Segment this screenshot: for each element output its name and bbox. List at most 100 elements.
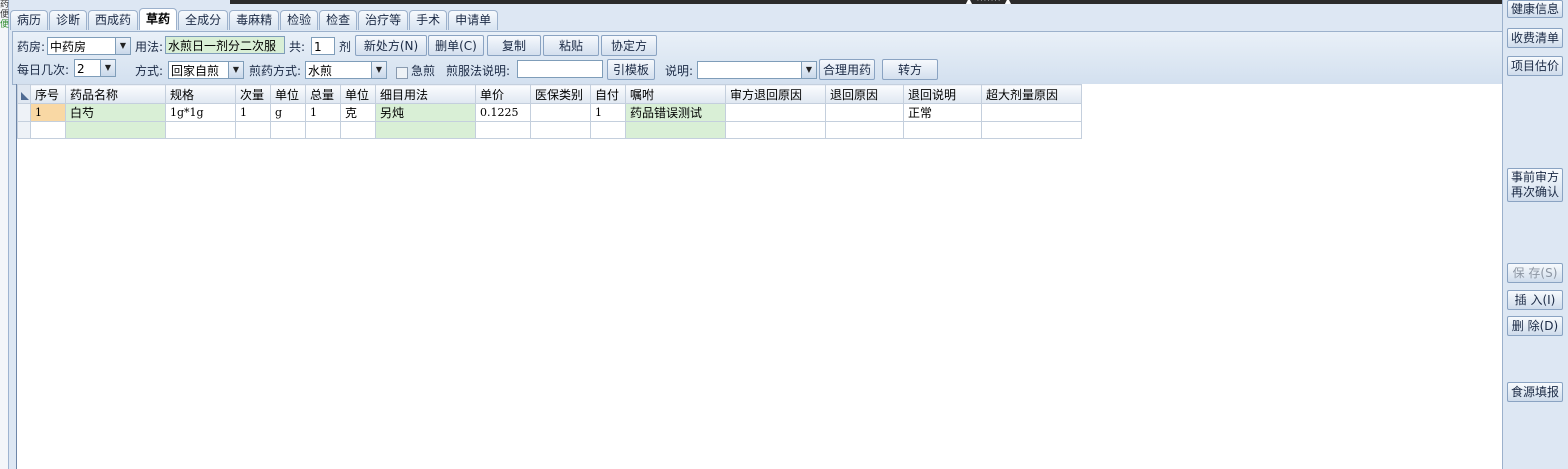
tab-request-form[interactable]: 申请单: [448, 10, 499, 30]
table-cell[interactable]: [625, 121, 726, 139]
tab-herbal-medicine[interactable]: 草药: [139, 8, 178, 30]
tab-treatment[interactable]: 治疗等: [358, 10, 409, 30]
chevron-down-icon[interactable]: ▼: [228, 62, 243, 78]
health-info-button[interactable]: 健康信息: [1507, 0, 1563, 18]
copy-button[interactable]: 复制: [487, 35, 541, 56]
food-source-report-button[interactable]: 食源填报: [1507, 382, 1563, 402]
pre-review-line1: 事前审方: [1510, 170, 1559, 184]
fee-list-button[interactable]: 收费清单: [1507, 28, 1563, 48]
column-header[interactable]: 单位: [340, 84, 376, 104]
table-cell[interactable]: [270, 121, 306, 139]
table-cell[interactable]: 药品错误测试: [625, 103, 726, 122]
insert-button[interactable]: 插 入(I): [1507, 290, 1563, 310]
table-cell[interactable]: 0.1225: [475, 103, 531, 122]
column-header[interactable]: 总量: [305, 84, 341, 104]
tab-lab-test[interactable]: 检验: [280, 10, 319, 30]
method-select[interactable]: 回家自煎 ▼: [168, 61, 244, 79]
tab-surgery[interactable]: 手术: [409, 10, 448, 30]
new-prescription-button[interactable]: 新处方(N): [355, 35, 427, 56]
decoct-method-select[interactable]: 水煎 ▼: [305, 61, 387, 79]
column-header[interactable]: 次量: [235, 84, 271, 104]
table-cell[interactable]: [65, 121, 166, 139]
chevron-down-icon[interactable]: ▼: [371, 62, 386, 78]
urgent-checkbox[interactable]: [396, 67, 408, 79]
table-cell[interactable]: g: [270, 103, 306, 122]
prescription-table: 序号 药品名称 规格 次量 单位 总量 单位 细目用法 单价 医保类别 自付 嘱…: [17, 84, 1082, 139]
table-row[interactable]: 1 白芍 1g*1g 1 g 1 克 另炖 0.1225 1 药品错误测试 正常: [17, 103, 1082, 122]
table-cell[interactable]: [981, 121, 1082, 139]
delete-prescription-button[interactable]: 删单(C): [428, 35, 484, 56]
column-header[interactable]: 嘱咐: [625, 84, 726, 104]
column-header[interactable]: 单价: [475, 84, 531, 104]
table-cell[interactable]: [375, 121, 476, 139]
table-cell[interactable]: 1: [30, 103, 66, 122]
table-cell[interactable]: 1: [305, 103, 341, 122]
table-cell[interactable]: [903, 121, 982, 139]
transfer-prescription-button[interactable]: 转方: [882, 59, 938, 80]
column-header[interactable]: 退回说明: [903, 84, 982, 104]
column-header[interactable]: 规格: [165, 84, 236, 104]
pre-review-confirm-button[interactable]: 事前审方 再次确认: [1507, 168, 1563, 202]
top-splitter[interactable]: ▲ ······· ▲: [230, 0, 1502, 5]
table-cell[interactable]: [305, 121, 341, 139]
table-cell[interactable]: 1g*1g: [165, 103, 236, 122]
table-cell[interactable]: [530, 121, 591, 139]
column-header[interactable]: 细目用法: [375, 84, 476, 104]
table-cell[interactable]: [165, 121, 236, 139]
table-cell[interactable]: [725, 103, 826, 122]
table-cell[interactable]: [825, 103, 904, 122]
table-cell[interactable]: [725, 121, 826, 139]
note-select[interactable]: ▼: [697, 61, 817, 79]
column-header[interactable]: 审方退回原因: [725, 84, 826, 104]
delete-button[interactable]: 删 除(D): [1507, 316, 1563, 336]
row-header[interactable]: [17, 103, 31, 122]
table-cell[interactable]: [475, 121, 531, 139]
table-cell[interactable]: 另炖: [375, 103, 476, 122]
column-header[interactable]: 超大剂量原因: [981, 84, 1082, 104]
table-cell[interactable]: 1: [590, 103, 626, 122]
import-template-button[interactable]: 引模板: [607, 59, 655, 80]
column-header[interactable]: 医保类别: [530, 84, 591, 104]
table-cell[interactable]: [590, 121, 626, 139]
table-cell[interactable]: [340, 121, 376, 139]
paste-button[interactable]: 粘贴: [543, 35, 599, 56]
pharmacy-select[interactable]: 中药房 ▼: [47, 37, 131, 55]
table-cell[interactable]: 白芍: [65, 103, 166, 122]
column-header[interactable]: 单位: [270, 84, 306, 104]
project-estimate-button[interactable]: 项目估价: [1507, 56, 1563, 76]
pre-intake-field[interactable]: [517, 60, 603, 78]
table-cell[interactable]: 1: [235, 103, 271, 122]
total-field[interactable]: 1: [311, 37, 335, 55]
save-button[interactable]: 保 存(S): [1507, 263, 1563, 283]
usage-field[interactable]: 水煎日一剂分二次服: [165, 36, 285, 54]
table-cell[interactable]: [981, 103, 1082, 122]
table-cell[interactable]: 克: [340, 103, 376, 122]
table-cell[interactable]: [30, 121, 66, 139]
table-cell[interactable]: [530, 103, 591, 122]
column-header[interactable]: 自付: [590, 84, 626, 104]
table-row-empty[interactable]: [17, 121, 1082, 139]
tab-western-medicine[interactable]: 西成药: [88, 10, 139, 30]
chevron-down-icon[interactable]: ▼: [115, 38, 130, 54]
table-cell[interactable]: [825, 121, 904, 139]
chevron-down-icon[interactable]: ▼: [100, 60, 115, 76]
tab-examination[interactable]: 检查: [319, 10, 358, 30]
tab-full-ingredients[interactable]: 全成分: [178, 10, 229, 30]
splitter-grip-icon[interactable]: ▲ ······· ▲: [954, 0, 1024, 5]
column-header[interactable]: 序号: [30, 84, 66, 104]
pharmacy-label: 药房:: [17, 40, 46, 54]
tab-diagnosis[interactable]: 诊断: [49, 10, 88, 30]
note-label: 说明:: [665, 64, 694, 78]
table-cell[interactable]: [235, 121, 271, 139]
column-header[interactable]: 退回原因: [825, 84, 904, 104]
select-all-corner-icon[interactable]: [17, 84, 31, 104]
daily-times-select[interactable]: 2 ▼: [74, 59, 116, 77]
tab-narcotics[interactable]: 毒麻精: [229, 10, 280, 30]
table-cell[interactable]: 正常: [903, 103, 982, 122]
chevron-down-icon[interactable]: ▼: [801, 62, 816, 78]
column-header[interactable]: 药品名称: [65, 84, 166, 104]
tab-medical-record[interactable]: 病历: [10, 10, 49, 30]
row-header[interactable]: [17, 121, 31, 139]
rational-drug-use-button[interactable]: 合理用药: [819, 59, 875, 80]
agreement-prescription-button[interactable]: 协定方: [601, 35, 657, 56]
